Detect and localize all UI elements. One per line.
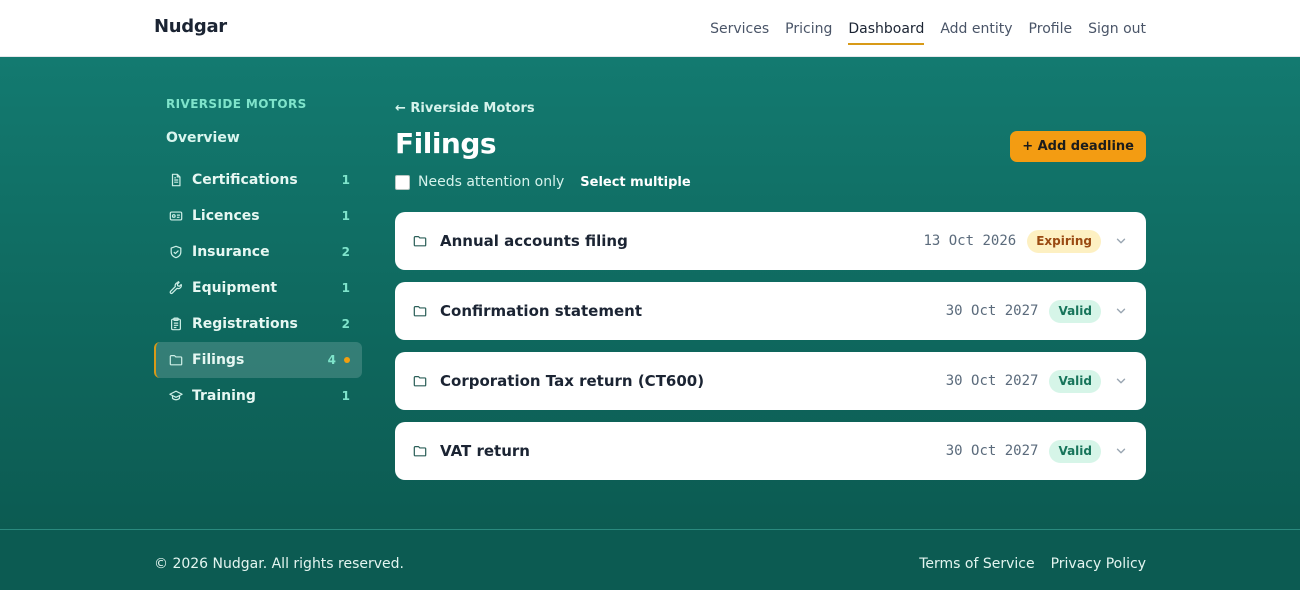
copyright-text: © 2026 Nudgar. All rights reserved. [154,556,405,572]
sidebar-item-equipment[interactable]: Equipment 1 [154,270,362,306]
sidebar-item-label: Insurance [192,244,270,260]
sidebar-item-count: 1 [341,209,350,223]
filings-content: ← Riverside Motors Filings + Add deadlin… [395,101,1146,492]
clipboard-icon [168,316,184,332]
folder-icon [413,304,427,318]
top-navbar: Nudgar Services Pricing Dashboard Add en… [0,0,1300,57]
filing-name: VAT return [440,442,530,460]
add-deadline-button[interactable]: + Add deadline [1010,131,1146,162]
id-card-icon [168,208,184,224]
status-badge: Valid [1049,369,1101,393]
sidebar-item-certifications[interactable]: Certifications 1 [154,162,362,198]
terms-of-service-link[interactable]: Terms of Service [919,556,1034,572]
filing-date: 30 Oct 2027 [945,443,1039,459]
nav-link-dashboard[interactable]: Dashboard [848,13,925,45]
filing-date: 30 Oct 2027 [945,373,1039,389]
sidebar-item-label: Certifications [192,172,298,188]
folder-icon [413,374,427,388]
filing-name: Corporation Tax return (CT600) [440,372,705,390]
filing-card[interactable]: Annual accounts filing 13 Oct 2026 Expir… [395,212,1146,270]
filing-name: Confirmation statement [440,302,642,320]
main-area: RIVERSIDE MOTORS Overview Certifications… [0,57,1300,529]
filing-card[interactable]: VAT return 30 Oct 2027 Valid [395,422,1146,480]
back-link[interactable]: ← Riverside Motors [395,101,1146,118]
filing-name: Annual accounts filing [440,232,628,250]
needs-attention-checkbox[interactable] [395,174,410,190]
needs-attention-label[interactable]: Needs attention only [418,174,564,190]
main-nav: Services Pricing Dashboard Add entity Pr… [710,0,1146,57]
sidebar-overview-link[interactable]: Overview [154,130,362,148]
sidebar-item-count: 2 [341,317,350,331]
sidebar-item-label: Registrations [192,316,298,332]
chevron-down-icon[interactable] [1114,374,1128,388]
sidebar-item-registrations[interactable]: Registrations 2 [154,306,362,342]
sidebar-item-training[interactable]: Training 1 [154,378,362,414]
select-multiple-button[interactable]: Select multiple [580,175,690,190]
nav-link-services[interactable]: Services [710,13,769,45]
filing-date: 30 Oct 2027 [945,303,1039,319]
entity-name: RIVERSIDE MOTORS [166,97,307,111]
document-icon [168,172,184,188]
chevron-down-icon[interactable] [1114,444,1128,458]
sidebar-item-count: 2 [341,245,350,259]
nav-link-profile[interactable]: Profile [1029,13,1073,45]
title-row: Filings + Add deadline [395,126,1146,170]
chevron-down-icon[interactable] [1114,234,1128,248]
graduation-cap-icon [168,388,184,404]
sidebar-item-filings[interactable]: Filings 4 [154,342,362,378]
folder-icon [413,234,427,248]
wrench-icon [168,280,184,296]
sidebar-item-count: 1 [341,281,350,295]
attention-dot [344,357,350,363]
sidebar-item-count: 1 [341,389,350,403]
folder-icon [413,444,427,458]
sidebar-item-label: Filings [192,352,245,368]
sidebar-item-label: Training [192,388,256,404]
filing-card[interactable]: Corporation Tax return (CT600) 30 Oct 20… [395,352,1146,410]
sidebar-item-insurance[interactable]: Insurance 2 [154,234,362,270]
status-badge: Valid [1049,299,1101,323]
nav-link-pricing[interactable]: Pricing [785,13,832,45]
page-footer: © 2026 Nudgar. All rights reserved. Term… [0,529,1300,590]
entity-sidebar: RIVERSIDE MOTORS Overview Certifications… [154,97,362,414]
filing-card[interactable]: Confirmation statement 30 Oct 2027 Valid [395,282,1146,340]
status-badge: Expiring [1027,229,1101,253]
sidebar-item-licences[interactable]: Licences 1 [154,198,362,234]
chevron-down-icon[interactable] [1114,304,1128,318]
filter-bar: Needs attention only Select multiple [395,172,1146,192]
nav-link-sign-out[interactable]: Sign out [1088,13,1146,45]
sidebar-item-count: 1 [341,173,350,187]
nav-link-add-entity[interactable]: Add entity [940,13,1012,45]
sidebar-item-label: Equipment [192,280,278,296]
privacy-policy-link[interactable]: Privacy Policy [1051,556,1146,572]
folder-icon [168,352,184,368]
shield-icon [168,244,184,260]
footer-links: Terms of Service Privacy Policy [919,556,1146,572]
sidebar-list: Certifications 1 Licences 1 Insurance 2 [154,162,362,414]
sidebar-item-count: 4 [327,353,336,367]
filings-list: Annual accounts filing 13 Oct 2026 Expir… [395,212,1146,480]
sidebar-item-label: Licences [192,208,260,224]
brand-logo[interactable]: Nudgar [154,16,227,37]
status-badge: Valid [1049,439,1101,463]
filing-date: 13 Oct 2026 [923,233,1017,249]
